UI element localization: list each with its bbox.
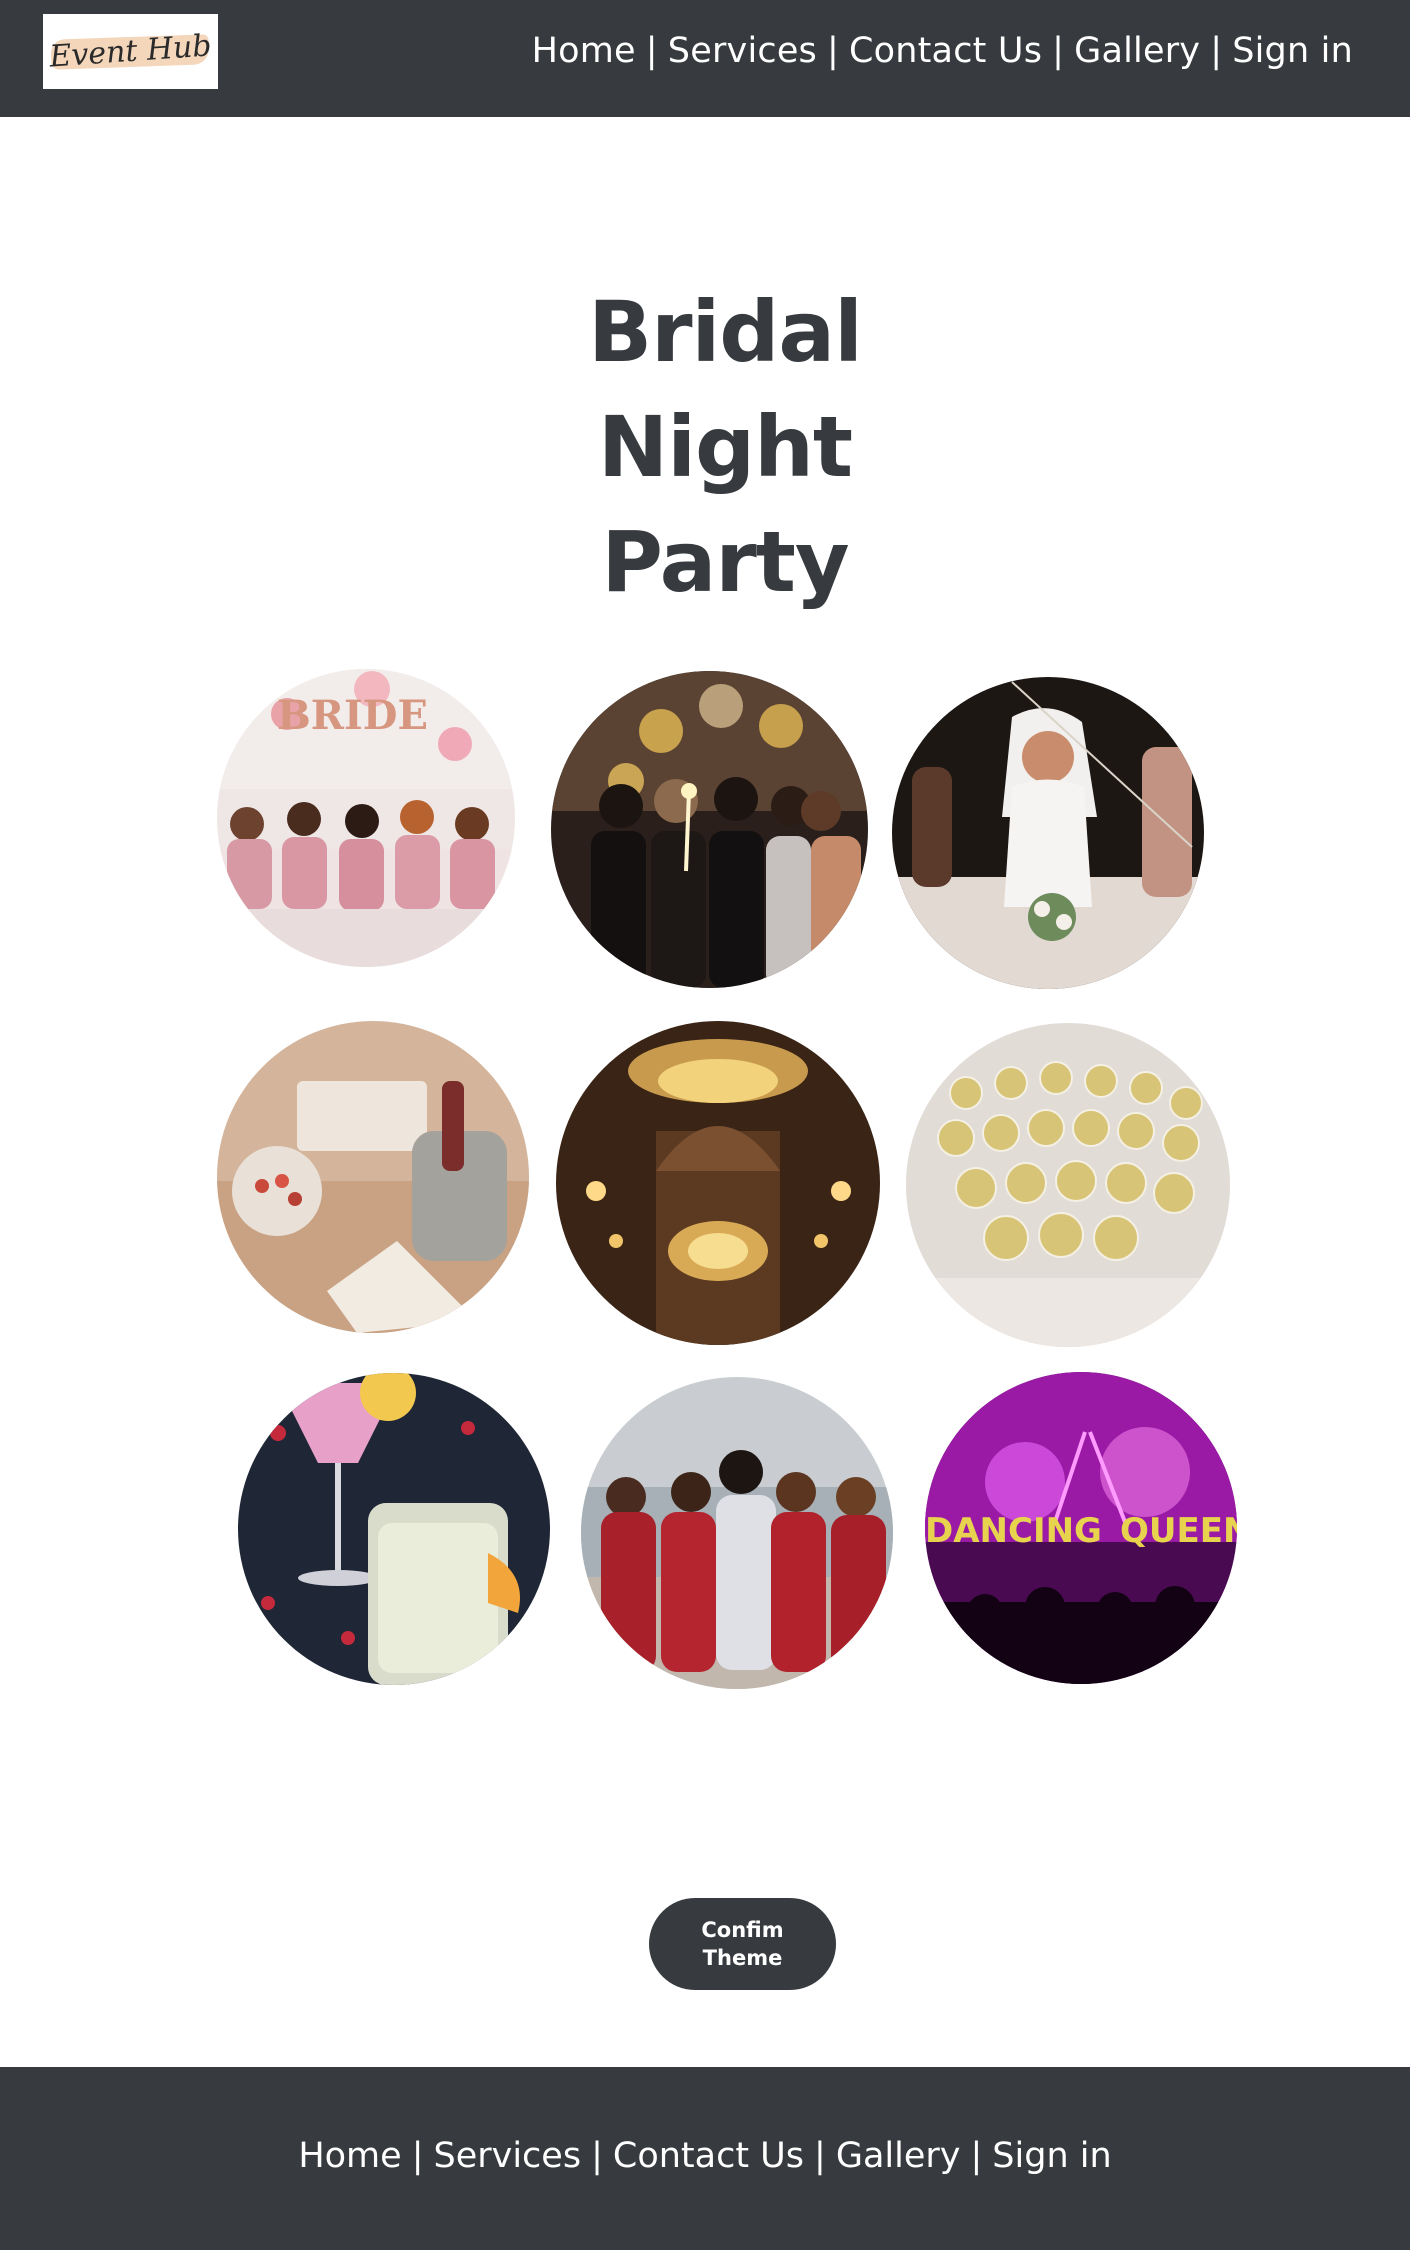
svg-text:BRIDE: BRIDE xyxy=(277,692,428,739)
nav-contact-link[interactable]: Contact Us xyxy=(849,31,1042,71)
footer-nav-separator: | xyxy=(411,2136,424,2176)
logo-text: Event Hub xyxy=(48,28,213,75)
nav-separator: | xyxy=(827,31,839,71)
photo-champagne-glasses[interactable] xyxy=(906,1023,1230,1347)
header: Event Hub Home | Services | Contact Us |… xyxy=(0,0,1410,117)
nav-home-link[interactable]: Home xyxy=(532,31,636,71)
page-title-line2: Party xyxy=(601,513,849,611)
nav-separator: | xyxy=(1210,31,1223,71)
photo-wine-table-setting[interactable] xyxy=(217,1021,529,1333)
footer: Home | Services | Contact Us | Gallery |… xyxy=(0,2067,1410,2250)
confirm-theme-label-line1: Confim xyxy=(701,1918,784,1942)
nav-services-link[interactable]: Services xyxy=(668,31,817,71)
footer-nav-separator: | xyxy=(591,2136,603,2176)
event-hub-logo[interactable]: Event Hub xyxy=(43,14,218,89)
page-title-line1: Bridal Night xyxy=(588,283,863,496)
photo-bridesmaids-robes[interactable] xyxy=(581,1377,893,1689)
svg-text:QUEEN: QUEEN xyxy=(1120,1511,1237,1551)
footer-nav: Home | Services | Contact Us | Gallery |… xyxy=(0,2131,1410,2181)
photo-bride-with-veil[interactable] xyxy=(892,677,1204,989)
photo-dancing-queen-neon[interactable]: DANCING QUEEN xyxy=(925,1372,1237,1684)
confirm-theme-button[interactable]: Confim Theme xyxy=(649,1898,836,1990)
photo-chandelier-hall[interactable] xyxy=(556,1021,880,1345)
footer-gallery-link[interactable]: Gallery xyxy=(836,2136,961,2176)
footer-signin-link[interactable]: Sign in xyxy=(992,2136,1111,2176)
footer-services-link[interactable]: Services xyxy=(433,2136,581,2176)
confirm-theme-label-line2: Theme xyxy=(702,1946,783,1970)
page-title: Bridal Night Party xyxy=(455,275,995,620)
nav-gallery-link[interactable]: Gallery xyxy=(1074,31,1200,71)
photo-cocktail-drinks[interactable] xyxy=(238,1373,550,1685)
footer-nav-separator: | xyxy=(814,2136,826,2176)
top-nav: Home | Services | Contact Us | Gallery |… xyxy=(532,26,1353,76)
photo-sparkler-celebration[interactable] xyxy=(551,671,868,988)
nav-separator: | xyxy=(1052,31,1065,71)
nav-signin-link[interactable]: Sign in xyxy=(1232,31,1353,71)
nav-separator: | xyxy=(645,31,658,71)
footer-home-link[interactable]: Home xyxy=(298,2136,401,2176)
footer-nav-separator: | xyxy=(970,2136,983,2176)
svg-text:DANCING: DANCING xyxy=(925,1511,1102,1551)
footer-contact-link[interactable]: Contact Us xyxy=(613,2136,804,2176)
photo-bride-pajama-party[interactable]: BRIDE xyxy=(217,669,515,967)
